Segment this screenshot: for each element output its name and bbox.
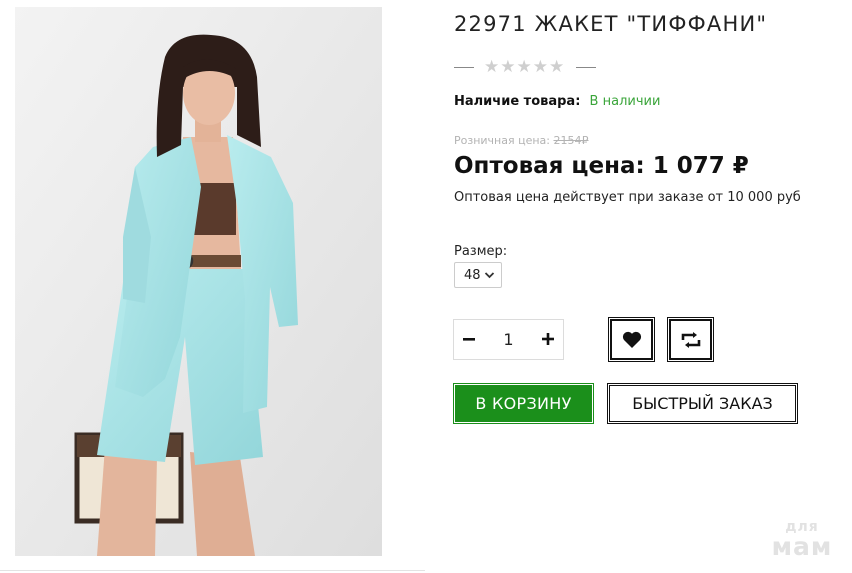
watermark-logo: для мам xyxy=(766,520,838,559)
add-to-compare-button[interactable] xyxy=(667,317,714,362)
wholesale-price: 1 077 ₽ xyxy=(652,153,749,179)
size-select[interactable]: 48 xyxy=(454,262,502,288)
quantity-input[interactable]: 1 xyxy=(484,330,533,349)
compare-icon xyxy=(681,331,700,348)
retail-price-row: Розничная цена: 2154₽ xyxy=(454,134,589,147)
model-illustration xyxy=(15,7,382,556)
size-label: Размер: xyxy=(454,244,508,259)
star-icon[interactable]: ★ xyxy=(517,57,532,77)
decrease-quantity-button[interactable] xyxy=(454,319,484,360)
watermark-line2: мам xyxy=(771,532,833,561)
availability: Наличие товара: В наличии xyxy=(454,94,660,109)
product-title: 22971 ЖАКЕТ "ТИФФАНИ" xyxy=(454,12,768,36)
star-icon[interactable]: ★ xyxy=(484,57,499,77)
star-rating[interactable]: ★ ★ ★ ★ ★ xyxy=(484,57,564,77)
add-to-favorites-button[interactable] xyxy=(608,317,655,362)
rating-dash-left xyxy=(454,66,474,68)
retail-price: 2154₽ xyxy=(553,134,589,147)
chevron-down-icon xyxy=(484,268,495,285)
availability-status: В наличии xyxy=(589,94,661,109)
availability-label: Наличие товара: xyxy=(454,94,581,109)
quantity-stepper: 1 xyxy=(453,319,564,360)
star-icon[interactable]: ★ xyxy=(533,57,548,77)
add-to-cart-button[interactable]: В КОРЗИНУ xyxy=(453,383,594,424)
rating: ★ ★ ★ ★ ★ xyxy=(454,57,597,77)
divider xyxy=(0,570,425,571)
plus-icon xyxy=(542,333,554,345)
rating-dash-right xyxy=(576,66,597,68)
star-icon[interactable]: ★ xyxy=(549,57,564,77)
star-icon[interactable]: ★ xyxy=(500,57,515,77)
heart-icon xyxy=(622,331,641,348)
retail-price-label: Розничная цена: xyxy=(454,134,550,147)
wholesale-price-row: Оптовая цена: 1 077 ₽ xyxy=(454,153,749,179)
quick-order-button[interactable]: БЫСТРЫЙ ЗАКАЗ xyxy=(607,383,798,424)
product-photo[interactable] xyxy=(15,7,382,556)
wholesale-note: Оптовая цена действует при заказе от 10 … xyxy=(454,190,801,205)
minus-icon xyxy=(463,338,475,341)
size-selected-value: 48 xyxy=(464,267,481,283)
wholesale-price-label: Оптовая цена: xyxy=(454,153,645,179)
increase-quantity-button[interactable] xyxy=(533,319,563,360)
